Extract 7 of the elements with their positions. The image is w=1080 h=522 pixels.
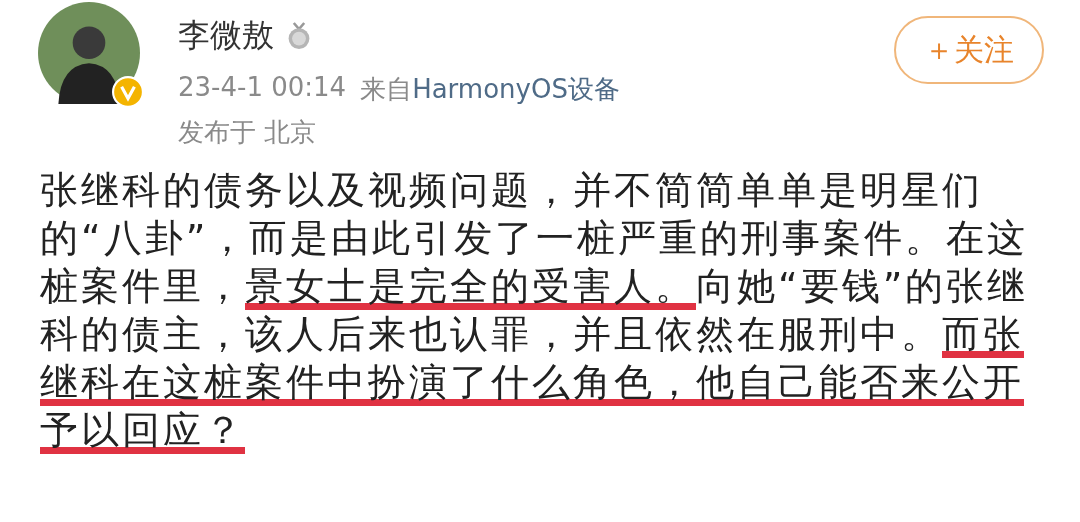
post-location: 发布于 北京: [178, 116, 318, 149]
avatar[interactable]: [38, 2, 140, 104]
user-name[interactable]: 李微敖: [178, 14, 274, 58]
post-text: 张继科的债务以及视频问题，并不简简单单是明星们的“八卦”，而是由此引发了一桩严重的刑事案件。在这桩案件里，景女士是完全的受害人。向她“要钱”的张继科的债主，该人后来也认罪，并且依然在服刑中。而张继科在这桩案件中扮演了什么角色，他自己能否来公开予以回应？: [40, 167, 1030, 454]
post-time: 23-4-1 00:14: [178, 72, 347, 104]
source-label: 来自: [360, 73, 413, 106]
source-link[interactable]: HarmonyOS设备: [412, 72, 620, 107]
